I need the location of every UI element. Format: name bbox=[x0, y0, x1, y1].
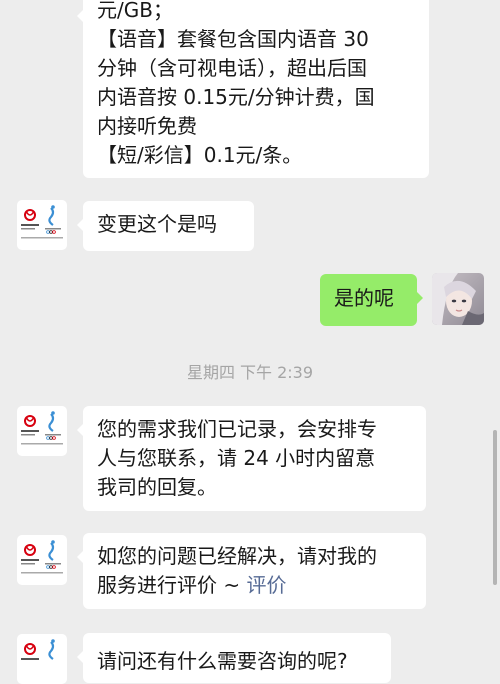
message-text: 是的呢 bbox=[334, 286, 394, 310]
message-text: 请问还有什么需要咨询的呢? bbox=[97, 649, 348, 673]
china-unicom-logo-icon bbox=[21, 540, 63, 574]
china-unicom-logo-icon bbox=[21, 639, 55, 660]
rate-service-link[interactable]: 评价 bbox=[246, 573, 286, 597]
user-photo-icon bbox=[432, 273, 484, 325]
message-text: 变更这个是吗 bbox=[97, 212, 217, 236]
message-line-text: 服务进行评价 ~ bbox=[97, 573, 247, 597]
message-line: 【短/彩信】0.1元/条。 bbox=[97, 143, 303, 167]
message-line: 您的需求我们已记录，会安排专 bbox=[97, 417, 377, 441]
agent-avatar-china-unicom-icon[interactable] bbox=[17, 634, 67, 684]
agent-avatar-china-unicom-icon[interactable] bbox=[17, 200, 67, 250]
message-bubble-rating-request[interactable]: 如您的问题已经解决，请对我的 服务进行评价 ~ 评价 bbox=[77, 533, 426, 609]
china-unicom-logo-icon bbox=[21, 205, 63, 239]
message-line: 如您的问题已经解决，请对我的 bbox=[97, 544, 377, 568]
agent-avatar-china-unicom-icon[interactable] bbox=[17, 406, 67, 456]
message-bubble-further-questions[interactable]: 请问还有什么需要咨询的呢? bbox=[77, 633, 391, 683]
message-bubble-request-recorded[interactable]: 您的需求我们已记录，会安排专 人与您联系，请 24 小时内留意 我司的回复。 bbox=[77, 406, 426, 511]
message-line: 【语音】套餐包含国内语音 30 bbox=[97, 27, 369, 51]
message-bubble-sent-reply[interactable]: 是的呢 bbox=[320, 274, 423, 326]
user-avatar-icon[interactable] bbox=[432, 273, 484, 325]
message-line: 人与您联系，请 24 小时内留意 bbox=[97, 446, 376, 470]
message-line: 元/GB； bbox=[97, 0, 173, 22]
message-line: 分钟（含可视电话），超出后国 bbox=[97, 56, 367, 80]
timestamp: 星期四 下午 2:39 bbox=[186, 363, 314, 382]
message-bubble-plan-details[interactable]: 元/GB； 【语音】套餐包含国内语音 30 分钟（含可视电话），超出后国 内语音… bbox=[77, 0, 429, 178]
chat-history[interactable]: 元/GB； 【语音】套餐包含国内语音 30 分钟（含可视电话），超出后国 内语音… bbox=[0, 0, 500, 684]
message-bubble-confirm-question[interactable]: 变更这个是吗 bbox=[77, 201, 254, 251]
message-line: 我司的回复。 bbox=[97, 475, 217, 499]
agent-avatar-china-unicom-icon[interactable] bbox=[17, 535, 67, 585]
message-line: 内接听免费 bbox=[97, 114, 197, 138]
message-line: 内语音按 0.15元/分钟计费，国 bbox=[97, 85, 375, 109]
china-unicom-logo-icon bbox=[21, 411, 63, 445]
scrollbar-thumb[interactable] bbox=[493, 430, 497, 585]
message-line: 服务进行评价 ~ 评价 bbox=[97, 571, 412, 600]
